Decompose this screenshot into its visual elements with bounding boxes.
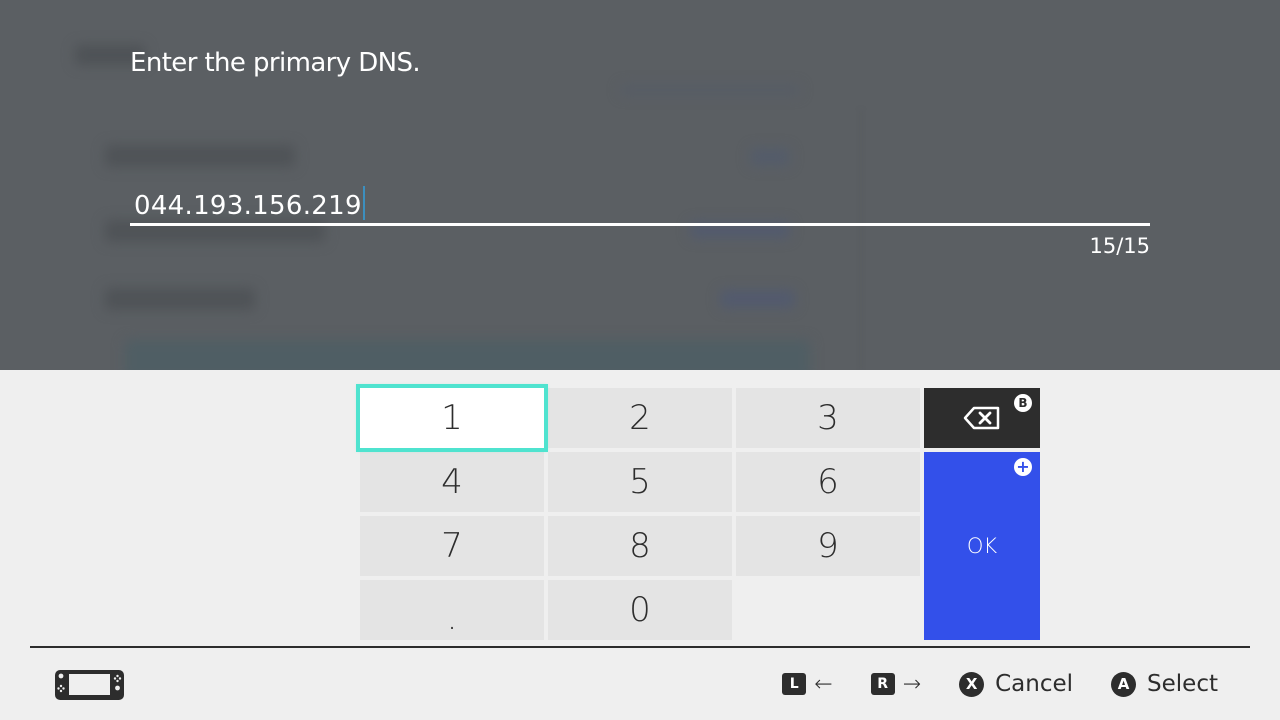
- blurred-background-row-value: [720, 290, 795, 308]
- backspace-button[interactable]: B: [924, 388, 1040, 448]
- dns-input-value-wrap: 044.193.156.219: [134, 186, 365, 221]
- key-0[interactable]: 0: [548, 580, 732, 640]
- key-label: 8: [629, 526, 651, 566]
- key-7[interactable]: 7: [360, 516, 544, 576]
- key-5[interactable]: 5: [548, 452, 732, 512]
- backspace-icon: [963, 406, 1000, 430]
- blurred-background-panel-edge: [860, 110, 862, 370]
- key-6[interactable]: 6: [736, 452, 920, 512]
- x-button-icon: X: [959, 671, 985, 697]
- dimmed-background: Enter the primary DNS. 044.193.156.219 1…: [0, 0, 1280, 370]
- key-label: 1: [441, 398, 463, 438]
- key-1[interactable]: 1: [356, 384, 548, 452]
- hint-move-right[interactable]: R →: [870, 671, 922, 697]
- arrow-right-icon: →: [902, 671, 922, 697]
- dns-input-field[interactable]: 044.193.156.219: [130, 180, 1150, 226]
- arrow-left-icon: ←: [814, 671, 833, 697]
- r-button-icon: R: [870, 673, 895, 695]
- key-dot[interactable]: .: [360, 580, 544, 640]
- key-label: 7: [441, 526, 463, 566]
- key-3[interactable]: 3: [736, 388, 920, 448]
- key-label: 9: [817, 526, 839, 566]
- l-button-icon: L: [782, 673, 807, 695]
- blurred-background-row: [105, 145, 295, 167]
- key-label: .: [446, 598, 458, 638]
- footer-divider: [30, 646, 1250, 648]
- plus-button-badge: +: [1014, 458, 1032, 476]
- blurred-background-row: [105, 288, 255, 310]
- empty-key-slot: [736, 580, 920, 640]
- key-2[interactable]: 2: [548, 388, 732, 448]
- blurred-background-divider: [620, 85, 800, 95]
- text-caret: [362, 186, 365, 220]
- key-label: 3: [817, 398, 839, 438]
- char-counter: 15/15: [1089, 234, 1150, 258]
- key-8[interactable]: 8: [548, 516, 732, 576]
- number-keypad: 1 2 3 B 4 5 6 OK + 7 8 9 . 0: [356, 384, 1040, 640]
- key-4[interactable]: 4: [360, 452, 544, 512]
- dialog-prompt: Enter the primary DNS.: [130, 48, 421, 78]
- b-button-badge: B: [1014, 394, 1032, 412]
- key-label: 0: [629, 590, 651, 630]
- hint-move-left[interactable]: L ←: [782, 671, 833, 697]
- key-label: 4: [441, 462, 463, 502]
- a-button-icon: A: [1111, 671, 1137, 697]
- key-9[interactable]: 9: [736, 516, 920, 576]
- hint-cancel[interactable]: X Cancel: [959, 671, 1073, 697]
- hint-select[interactable]: A Select: [1111, 671, 1218, 697]
- ok-button[interactable]: OK +: [924, 452, 1040, 640]
- key-label: 2: [629, 398, 651, 438]
- blurred-background-selected-row: [125, 340, 810, 370]
- blurred-background-row-value: [750, 148, 790, 166]
- key-label: 6: [817, 462, 839, 502]
- ok-label: OK: [966, 534, 998, 558]
- cancel-label: Cancel: [995, 671, 1074, 697]
- handheld-console-icon: [55, 670, 124, 700]
- button-hints: L ← R → X Cancel A Select: [782, 668, 1218, 700]
- dns-input-value: 044.193.156.219: [134, 191, 362, 221]
- key-label: 5: [629, 462, 651, 502]
- select-label: Select: [1147, 671, 1218, 697]
